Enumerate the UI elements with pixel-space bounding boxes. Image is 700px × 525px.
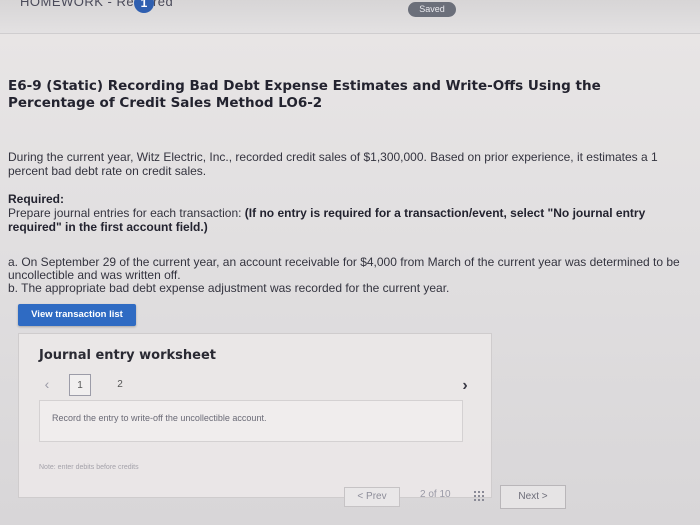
journal-entry-worksheet: Journal entry worksheet ‹ 1 2 › Record t… [18,333,492,498]
info-badge[interactable]: 1 [134,0,154,13]
top-bar: HOMEWORK - Required 1 [0,0,700,34]
required-block: Required: Prepare journal entries for ea… [8,192,688,234]
prev-button[interactable]: < Prev [344,487,400,507]
problem-content: E6-9 (Static) Recording Bad Debt Expense… [8,78,688,295]
problem-title: E6-9 (Static) Recording Bad Debt Expense… [8,78,601,111]
view-transaction-list-button[interactable]: View transaction list [18,304,136,326]
transaction-a: a. On September 29 of the current year, … [8,255,680,282]
entry-instruction-box: Record the entry to write-off the uncoll… [39,400,463,442]
required-label: Required: [8,192,65,206]
transaction-b: b. The appropriate bad debt expense adju… [8,281,450,295]
page-tab-1[interactable]: 1 [69,374,91,396]
required-text-wrap: Prepare journal entries for each transac… [8,206,688,234]
page-tab-2[interactable]: 2 [109,374,131,396]
debit-credit-note: Note: enter debits before credits [39,464,139,471]
transaction-list: a. On September 29 of the current year, … [8,256,688,295]
chevron-left-icon[interactable]: ‹ [39,374,55,394]
chevron-right-icon[interactable]: › [457,376,473,396]
entry-instruction: Record the entry to write-off the uncoll… [52,413,267,423]
page-indicator: 2 of 10 [420,489,451,500]
saved-status: Saved [408,2,456,17]
grid-icon[interactable] [474,491,484,501]
worksheet-title: Journal entry worksheet [39,348,216,363]
required-text: Prepare journal entries for each transac… [8,206,245,220]
next-button[interactable]: Next > [500,485,566,509]
problem-intro: During the current year, Witz Electric, … [8,150,658,178]
